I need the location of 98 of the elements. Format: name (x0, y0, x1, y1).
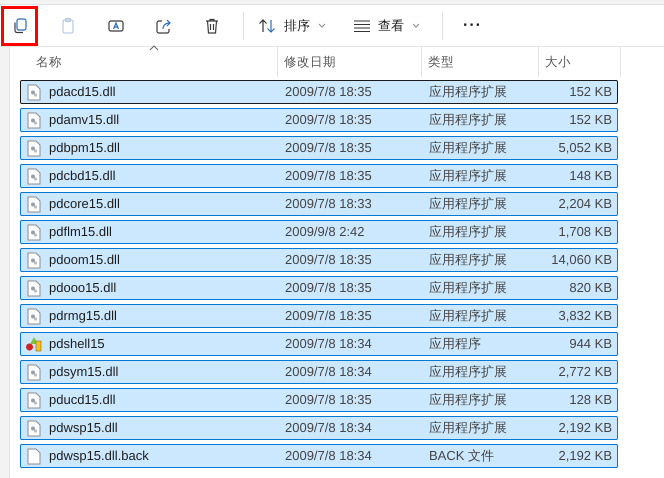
date-cell-text: 2009/7/8 18:35 (284, 83, 373, 102)
type-cell-text: 应用程序扩展 (428, 279, 508, 298)
file-row[interactable]: pdoom15.dll 2009/7/8 18:35 应用程序扩展 14,060 KB (20, 248, 618, 272)
file-name: pdoom15.dll (49, 251, 120, 270)
type-cell-text: 应用程序扩展 (428, 83, 508, 102)
date-cell-text: 2009/7/8 18:35 (284, 251, 373, 270)
type-cell-text: 应用程序 (428, 335, 482, 354)
file-name: pdrmg15.dll (49, 307, 117, 326)
size-cell-text: 2,192 KB (558, 419, 612, 438)
file-row[interactable]: pdbpm15.dll 2009/7/8 18:35 应用程序扩展 5,052 KB (20, 136, 618, 160)
column-header[interactable]: 修改日期 (278, 47, 422, 77)
file-icon (27, 448, 41, 464)
share-icon (154, 16, 172, 34)
file-row[interactable]: pdflm15.dll 2009/9/8 2:42 应用程序扩展 1,708 KB (20, 220, 618, 244)
size-cell-text: 2,192 KB (558, 447, 612, 466)
file-row[interactable]: pducd15.dll 2009/7/8 18:35 应用程序扩展 128 KB (20, 388, 618, 412)
type-cell-text: 应用程序扩展 (428, 363, 508, 382)
date-cell-text: 2009/7/8 18:34 (284, 447, 373, 466)
file-name: pdooo15.dll (49, 279, 116, 298)
file-row[interactable]: pdcbd15.dll 2009/7/8 18:35 应用程序扩展 148 KB (20, 164, 618, 188)
dll-file-icon (27, 252, 41, 268)
size-cell-text: 2,204 KB (558, 195, 612, 214)
file-name: pdshell15 (49, 335, 105, 354)
type-cell-text: 应用程序扩展 (428, 251, 508, 270)
date-cell-text: 2009/7/8 18:33 (284, 195, 373, 214)
size-cell-text: 820 KB (568, 279, 612, 298)
date-cell-text: 2009/7/8 18:35 (284, 391, 373, 410)
date-cell-text: 2009/7/8 18:35 (284, 307, 373, 326)
size-cell-text: 128 KB (568, 391, 612, 410)
file-name: pdwsp15.dll.back (49, 447, 149, 466)
size-cell-text: 14,060 KB (550, 251, 612, 270)
sort-button[interactable]: 排序 (246, 10, 338, 42)
file-name: pducd15.dll (49, 391, 116, 410)
list-icon (354, 20, 370, 32)
more-button[interactable]: ··· (453, 10, 492, 42)
dll-file-icon (27, 112, 41, 128)
file-name: pdwsp15.dll (49, 419, 118, 438)
dll-file-icon (27, 364, 41, 380)
date-cell-text: 2009/7/8 18:35 (284, 139, 373, 158)
dll-file-icon (27, 84, 41, 100)
file-name: pdacd15.dll (49, 83, 116, 102)
file-row[interactable]: pdwsp15.dll 2009/7/8 18:34 应用程序扩展 2,192 KB (20, 416, 618, 440)
type-cell-text: 应用程序扩展 (428, 139, 508, 158)
type-cell-text: 应用程序扩展 (428, 307, 508, 326)
date-cell-text: 2009/7/8 18:34 (284, 335, 373, 354)
dll-file-icon (27, 392, 41, 408)
date-cell-text: 2009/7/8 18:34 (284, 419, 373, 438)
file-row[interactable]: pdshell15 2009/7/8 18:34 应用程序 944 KB (20, 332, 618, 356)
size-cell-text: 2,772 KB (558, 363, 612, 382)
dll-file-icon (27, 224, 41, 240)
dll-file-icon (27, 280, 41, 296)
column-header[interactable]: 类型 (422, 47, 539, 77)
file-row[interactable]: pdooo15.dll 2009/7/8 18:35 应用程序扩展 820 KB (20, 276, 618, 300)
type-cell-text: 应用程序扩展 (428, 167, 508, 186)
size-cell-text: 148 KB (568, 167, 612, 186)
file-name: pdcore15.dll (49, 195, 120, 214)
file-name: pdflm15.dll (49, 223, 112, 242)
file-row[interactable]: pdamv15.dll 2009/7/8 18:35 应用程序扩展 152 KB (20, 108, 618, 132)
size-cell-text: 1,708 KB (558, 223, 612, 242)
file-row[interactable]: pdacd15.dll 2009/7/8 18:35 应用程序扩展 152 KB (20, 80, 618, 104)
sort-ascending-icon (148, 45, 158, 51)
chevron-down-icon (412, 23, 420, 28)
date-cell-text: 2009/7/8 18:35 (284, 279, 373, 298)
type-cell-text: BACK 文件 (428, 447, 496, 466)
application-icon (25, 336, 43, 352)
file-name: pdamv15.dll (49, 111, 120, 130)
type-cell-text: 应用程序扩展 (428, 419, 508, 438)
date-cell-text: 2009/9/8 2:42 (284, 223, 366, 242)
type-cell-text: 应用程序扩展 (428, 195, 508, 214)
dll-file-icon (27, 308, 41, 324)
type-cell-text: 应用程序扩展 (428, 223, 508, 242)
type-cell-text: 应用程序扩展 (428, 391, 508, 410)
column-header[interactable]: 名称 (20, 47, 278, 77)
column-header[interactable]: 大小 (539, 47, 621, 77)
size-cell-text: 152 KB (568, 111, 612, 130)
dll-file-icon (27, 420, 41, 436)
file-name: pdsym15.dll (49, 363, 118, 382)
file-name: pdcbd15.dll (49, 167, 116, 186)
size-cell-text: 944 KB (568, 335, 612, 354)
size-cell-text: 3,832 KB (558, 307, 612, 326)
date-cell-text: 2009/7/8 18:35 (284, 167, 373, 186)
date-cell-text: 2009/7/8 18:35 (284, 111, 373, 130)
type-cell-text: 应用程序扩展 (428, 111, 508, 130)
file-row[interactable]: pdcore15.dll 2009/7/8 18:33 应用程序扩展 2,204 KB (20, 192, 618, 216)
view-button[interactable]: 查看 (342, 10, 432, 42)
file-row[interactable]: pdrmg15.dll 2009/7/8 18:35 应用程序扩展 3,832 KB (20, 304, 618, 328)
size-cell-text: 152 KB (568, 83, 612, 102)
file-row[interactable]: pdsym15.dll 2009/7/8 18:34 应用程序扩展 2,772 KB (20, 360, 618, 384)
date-cell-text: 2009/7/8 18:34 (284, 363, 373, 382)
copy-button[interactable] (1, 6, 38, 46)
file-row[interactable]: pdwsp15.dll.back 2009/7/8 18:34 BACK 文件 2,192 KB (20, 444, 618, 468)
size-cell-text: 5,052 KB (558, 139, 612, 158)
dll-file-icon (27, 196, 41, 212)
dll-file-icon (27, 140, 41, 156)
sort-icon (258, 18, 276, 34)
file-name: pdbpm15.dll (49, 139, 120, 158)
chevron-down-icon (318, 23, 326, 28)
dll-file-icon (27, 168, 41, 184)
